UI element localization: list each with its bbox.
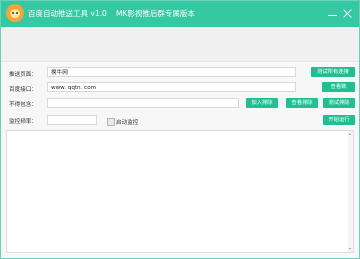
log-scrollbar[interactable] — [348, 131, 353, 252]
scroll-down-icon[interactable] — [349, 248, 351, 250]
monkey-logo-icon — [6, 4, 24, 22]
test-exclude-button[interactable]: 测试排除 — [323, 98, 355, 108]
scroll-up-icon[interactable] — [349, 133, 351, 135]
interval-label: 监控频率： — [9, 119, 37, 125]
exclude-input[interactable] — [47, 98, 239, 108]
auto-monitor-checkbox[interactable] — [107, 118, 115, 126]
log-output-area[interactable] — [6, 130, 354, 253]
api-label: 百度接口： — [9, 87, 37, 93]
push-page-label: 推送页面： — [9, 72, 37, 78]
auto-monitor-label: 启动监控 — [116, 120, 139, 126]
push-page-input[interactable]: 换牛网 — [47, 67, 296, 77]
window-subtitle: MK影视推后群专属版本 — [116, 9, 195, 18]
header-panel — [1, 27, 359, 62]
check-api-button[interactable]: 查看数 — [322, 82, 355, 92]
exclude-label: 不得包含： — [9, 102, 37, 108]
start-button[interactable]: 开始运行 — [323, 115, 355, 125]
view-exclude-button[interactable]: 查看排除 — [286, 98, 318, 108]
window-title: 百度自动推送工具 v1.0 — [28, 9, 107, 18]
close-icon[interactable] — [339, 4, 357, 22]
add-exclude-button[interactable]: 加入排除 — [246, 98, 278, 108]
interval-input[interactable] — [47, 115, 97, 125]
app-window: 百度自动推送工具 v1.0 MK影视推后群专属版本 推送页面： 换牛网 测试所有… — [0, 0, 360, 259]
main-content: 推送页面： 换牛网 测试所有连接 百度接口： www. qqtn. com 查看… — [1, 62, 359, 258]
test-links-button[interactable]: 测试所有连接 — [311, 67, 355, 77]
api-input[interactable]: www. qqtn. com — [47, 82, 296, 92]
title-bar: 百度自动推送工具 v1.0 MK影视推后群专属版本 — [1, 1, 359, 27]
